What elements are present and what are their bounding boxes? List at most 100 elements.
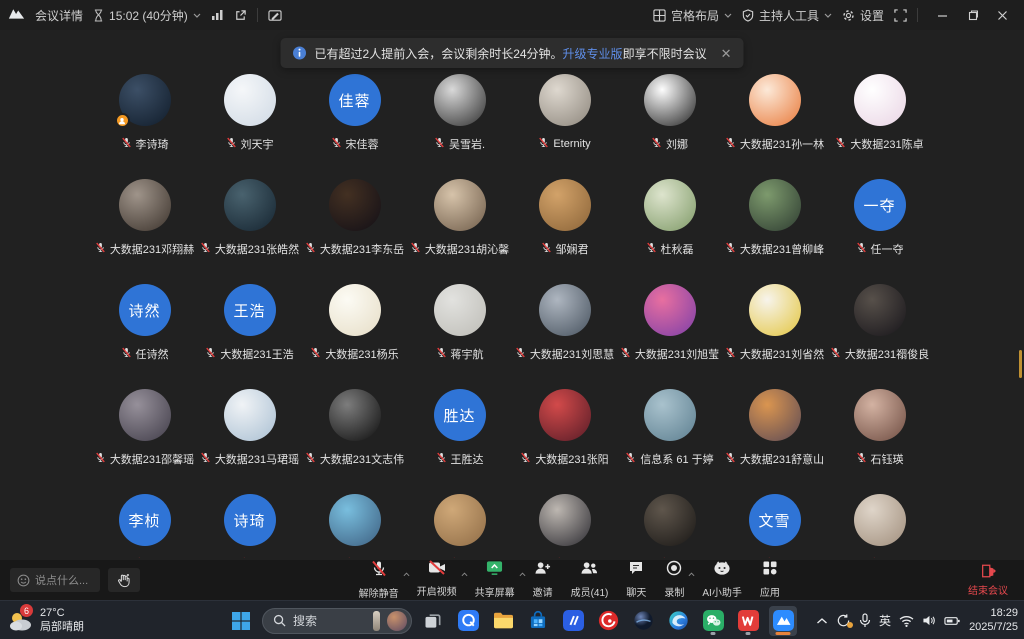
volume-icon[interactable] (922, 614, 936, 627)
toolbar-invite-button[interactable]: 邀请 (524, 558, 562, 601)
participant-tile[interactable]: 诗然任诗然 (92, 280, 197, 385)
network-signal-icon[interactable] (211, 9, 224, 21)
tray-microphone-icon[interactable] (859, 613, 871, 628)
scrollbar-thumb[interactable] (1019, 350, 1022, 378)
participant-tile[interactable]: 大数据231孙一林 (722, 70, 827, 175)
battery-pen-icon[interactable] (944, 615, 961, 627)
search-highlight-avatar[interactable] (387, 611, 407, 631)
taskbar-capcut-icon[interactable] (559, 606, 587, 636)
fullscreen-icon[interactable] (894, 9, 907, 22)
taskbar-weather-widget[interactable]: 6 27°C局部晴朗 (8, 601, 84, 639)
divider (917, 8, 918, 22)
taskbar-netease-music-icon[interactable] (594, 606, 622, 636)
toolbar-chat-button[interactable]: 聊天 (617, 558, 655, 601)
upgrade-pro-link[interactable]: 升级专业版 (563, 47, 623, 61)
participant-tile[interactable]: 大数据231刘省然 (722, 280, 827, 385)
participant-tile[interactable]: 大数据231舒意山 (722, 385, 827, 490)
taskbar-search[interactable]: 搜索 (262, 608, 412, 634)
participant-tile[interactable] (302, 490, 407, 558)
participant-tile[interactable]: 大数据231张皓然 (197, 175, 302, 280)
participant-tile[interactable]: Eternity (512, 70, 617, 175)
minimize-button[interactable] (928, 3, 956, 27)
taskbar-task-view-icon[interactable] (419, 606, 447, 636)
participant-tile[interactable]: 大数据231刘思慧 (512, 280, 617, 385)
participant-tile[interactable]: 佳蓉宋佳蓉 (302, 70, 407, 175)
mic-muted-icon (872, 555, 883, 558)
taskbar-tencent-meeting-icon[interactable] (769, 606, 797, 636)
taskbar-browser-sphere-icon[interactable] (629, 606, 657, 636)
toolbar-record-button[interactable]: 录制 (655, 558, 693, 601)
toolbar-members-button[interactable]: 成员(41) (562, 558, 618, 601)
participant-name-row: 吴雪岩. (434, 135, 485, 153)
toolbar-button-label: 聊天 (626, 584, 646, 599)
start-button[interactable] (227, 606, 255, 636)
taskbar-clock[interactable]: 18:292025/7/25 (969, 607, 1018, 635)
participant-tile[interactable]: 胜达王胜达 (407, 385, 512, 490)
quick-chat-input[interactable]: 说点什么... (10, 568, 100, 592)
participant-tile[interactable]: 杜秋磊 (617, 175, 722, 280)
participant-tile[interactable]: 大数据231邓翔赫 (92, 175, 197, 280)
participant-tile[interactable]: 大数据231胡沁馨 (407, 175, 512, 280)
participant-tile[interactable]: 大数据231文志伟 (302, 385, 407, 490)
close-button[interactable] (988, 3, 1016, 27)
participant-tile[interactable]: 文雪 (722, 490, 827, 558)
participant-tile[interactable]: 石钰瑛 (827, 385, 932, 490)
taskbar-file-explorer-icon[interactable] (489, 606, 517, 636)
participant-tile[interactable]: 一夺任一夺 (827, 175, 932, 280)
taskbar-edge-icon[interactable] (664, 606, 692, 636)
taskbar-quark-browser-icon[interactable] (454, 606, 482, 636)
participant-tile[interactable] (827, 490, 932, 558)
participant-tile[interactable]: 大数据231李东岳 (302, 175, 407, 280)
participant-tile[interactable]: 刘娜 (617, 70, 722, 175)
participant-tile[interactable]: 大数据231杨乐 (302, 280, 407, 385)
end-meeting-button[interactable]: 结束会议 (968, 563, 1014, 597)
banner-close-icon[interactable]: ✕ (721, 47, 732, 60)
participant-tile[interactable]: 大数据231马珺瑶 (197, 385, 302, 490)
participant-avatar (539, 179, 591, 231)
annotation-pen-icon[interactable] (268, 9, 282, 22)
participant-tile[interactable]: 邹娴君 (512, 175, 617, 280)
participant-name: 大数据231胡沁馨 (425, 241, 509, 257)
participant-tile[interactable]: 信息系 61 于婷 (617, 385, 722, 490)
wifi-icon[interactable] (899, 615, 914, 627)
toolbar-cam-off-button[interactable]: 开启视频 (408, 558, 466, 600)
toolbar-ai-assistant-button[interactable]: AI小助手 (693, 558, 750, 601)
maximize-button[interactable] (958, 3, 986, 27)
participant-name: 信息系 61 于婷 (640, 451, 713, 467)
participant-tile[interactable]: 大数据231曾柳峰 (722, 175, 827, 280)
host-tools-button[interactable]: 主持人工具 (742, 7, 832, 24)
toolbar-button-group: 解除静音开启视频共享屏幕邀请成员(41) 聊天录制AI小助手应用 (230, 558, 789, 602)
toolbar-share-screen-button[interactable]: 共享屏幕 (466, 558, 524, 601)
taskbar-wechat-icon[interactable] (699, 606, 727, 636)
participant-tile[interactable]: 王浩大数据231王浩 (197, 280, 302, 385)
tray-sync-icon[interactable] (836, 613, 851, 628)
meeting-timer[interactable]: 15:02 (40分钟) (93, 7, 201, 24)
tencent-meeting-logo-icon (8, 7, 25, 23)
pop-out-icon[interactable] (234, 9, 247, 22)
participant-tile[interactable]: 大数据231禤俊良 (827, 280, 932, 385)
tray-chevron-up-icon[interactable] (816, 617, 828, 625)
ime-indicator[interactable]: 英 (879, 612, 891, 629)
participant-tile[interactable] (512, 490, 617, 558)
participant-tile[interactable] (407, 490, 512, 558)
participant-tile[interactable]: 大数据231张阳 (512, 385, 617, 490)
layout-selector[interactable]: 宫格布局 (653, 7, 732, 24)
settings-button[interactable]: 设置 (842, 7, 884, 24)
taskbar-ms-store-icon[interactable] (524, 606, 552, 636)
raise-hand-button[interactable] (108, 568, 140, 592)
participant-tile[interactable]: 蒋宇航 (407, 280, 512, 385)
taskbar-wps-icon[interactable] (734, 606, 762, 636)
participant-tile[interactable]: 诗琦 (197, 490, 302, 558)
toolbar-mic-off-button[interactable]: 解除静音 (350, 558, 408, 602)
participant-tile[interactable]: 大数据231邵馨瑶 (92, 385, 197, 490)
participant-name-row: 大数据231刘旭莹 (620, 345, 719, 363)
participant-tile[interactable]: 李诗琦 (92, 70, 197, 175)
participant-tile[interactable]: 李桢 (92, 490, 197, 558)
participant-tile[interactable] (617, 490, 722, 558)
meeting-details-button[interactable]: 会议详情 (35, 7, 83, 24)
participant-tile[interactable]: 大数据231陈卓 (827, 70, 932, 175)
participant-tile[interactable]: 吴雪岩. (407, 70, 512, 175)
toolbar-apps-button[interactable]: 应用 (751, 558, 789, 601)
participant-tile[interactable]: 大数据231刘旭莹 (617, 280, 722, 385)
participant-tile[interactable]: 刘天宇 (197, 70, 302, 175)
